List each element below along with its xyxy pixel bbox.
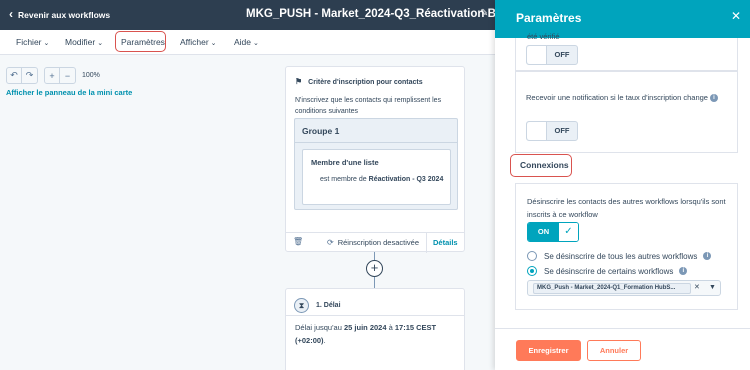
verification-toggle[interactable]: OFF	[526, 45, 578, 65]
selected-workflow-tag: MKG_Push - Market_2024-Q1_Formation HubS…	[533, 283, 691, 294]
menu-fichier[interactable]: Fichier ⌄	[16, 37, 49, 47]
checkmark-icon: ✓	[559, 223, 578, 241]
divider	[286, 315, 464, 316]
menu-modifier-label: Modifier	[65, 37, 96, 47]
save-button[interactable]: Enregistrer	[516, 340, 581, 361]
flag-icon: ⚑	[295, 77, 303, 86]
unenroll-label: Désinscrire les contacts des autres work…	[527, 197, 726, 219]
settings-section-notification: Recevoir une notification si le taux d'i…	[515, 71, 738, 153]
condition-group: Groupe 1 Membre d'une liste est membre d…	[294, 118, 458, 210]
back-label: Revenir aux workflows	[18, 10, 111, 20]
trigger-header: ⚑ Critère d'inscription pour contacts	[295, 77, 423, 86]
reenrollment-status[interactable]: ⟳ Réinscription desactivée	[327, 238, 419, 247]
top-bar: ‹ Revenir aux workflows MKG_PUSH - Marke…	[0, 0, 513, 30]
remove-tag-close-icon[interactable]: ✕	[694, 283, 700, 291]
radio-unenroll-all-label: Se désinscrire de tous les autres workfl…	[544, 251, 698, 261]
menu-modifier[interactable]: Modifier ⌄	[65, 37, 103, 47]
toggle-label: OFF	[554, 50, 570, 59]
zoom-out-icon[interactable]: −	[60, 68, 75, 83]
details-link[interactable]: Détails	[433, 238, 458, 247]
chevron-down-icon: ⌄	[210, 40, 217, 47]
info-icon[interactable]: i	[709, 94, 718, 103]
notification-toggle[interactable]: OFF	[526, 121, 578, 141]
zoom-in-icon[interactable]: +	[45, 68, 60, 83]
zoom-level: 100%	[82, 72, 100, 79]
canvas-toolbar: ↶ ↷ + − 100%	[6, 67, 100, 84]
menu-afficher[interactable]: Afficher ⌄	[180, 37, 217, 47]
delay-date: 25 juin 2024	[343, 323, 387, 332]
toggle-label: OFF	[554, 126, 570, 135]
trash-icon[interactable]: 🗑	[293, 237, 303, 246]
parametres-highlight-annotation	[115, 31, 166, 52]
trigger-footer: 🗑 ⟳ Réinscription desactivée Détails	[286, 232, 464, 253]
delay-text-middle: à	[388, 323, 393, 332]
reenrollment-label: Réinscription desactivée	[337, 238, 419, 247]
zoom-group: + −	[44, 67, 76, 84]
settings-section-verification: été vérifié OFF	[515, 32, 738, 71]
unenroll-toggle[interactable]: ON ✓	[527, 222, 579, 242]
undo-redo-group: ↶ ↷	[6, 67, 38, 84]
close-icon[interactable]: ✕	[731, 9, 741, 23]
info-icon[interactable]: i	[703, 252, 712, 260]
refresh-icon: ⟳	[327, 238, 334, 247]
radio-button[interactable]	[527, 251, 537, 261]
menu-bar: Fichier ⌄ Modifier ⌄ Paramètres Afficher ⌄ …	[0, 30, 495, 55]
menu-fichier-label: Fichier	[16, 37, 42, 47]
toggle-label: ON	[528, 223, 559, 241]
delay-action-card[interactable]: ⧗ 1. Délai Délai jusqu'au 25 juin 2024 à…	[285, 288, 465, 370]
trigger-description: N'inscrivez que les contacts qui remplis…	[295, 97, 442, 115]
redo-icon[interactable]: ↷	[22, 68, 37, 83]
panel-title: Paramètres	[516, 11, 582, 25]
trigger-title: Critère d'inscription pour contacts	[308, 79, 423, 86]
condition-prefix: est membre de	[320, 176, 367, 183]
radio-unenroll-all[interactable]: Se désinscrire de tous les autres workfl…	[527, 251, 712, 261]
delay-text-suffix: .	[323, 336, 326, 345]
condition-value: Réactivation - Q3 2024	[368, 176, 444, 183]
dropdown-caret-icon[interactable]: ▼	[709, 284, 716, 291]
minimap-toggle-link[interactable]: Afficher le panneau de la mini carte	[6, 88, 132, 97]
panel-footer: Enregistrer Annuler	[495, 328, 750, 370]
delay-description: Délai jusqu'au 25 juin 2024 à 17:15 CEST…	[295, 321, 460, 347]
connexions-highlight-annotation	[510, 154, 572, 177]
workflow-multiselect[interactable]: MKG_Push - Market_2024-Q1_Formation HubS…	[527, 280, 721, 296]
divider	[426, 233, 427, 253]
radio-button-selected[interactable]	[527, 266, 537, 276]
menu-aide-label: Aide	[234, 37, 252, 47]
radio-unenroll-some[interactable]: Se désinscrire de certains workflows i	[527, 266, 688, 276]
workflow-title: MKG_PUSH - Market_2024-Q3_Réactivation B…	[246, 8, 513, 20]
cut-off-label: été vérifié	[527, 32, 560, 41]
chevron-down-icon: ⌄	[253, 40, 259, 47]
delay-title: 1. Délai	[316, 302, 341, 309]
toggle-knob	[527, 46, 547, 64]
settings-section-connexions: Désinscrire les contacts des autres work…	[515, 183, 738, 310]
condition-box: Membre d'une liste est membre de Réactiv…	[302, 149, 451, 205]
cancel-button[interactable]: Annuler	[587, 340, 641, 361]
back-to-workflows-link[interactable]: ‹ Revenir aux workflows	[9, 7, 111, 21]
divider	[295, 142, 457, 143]
edit-title-pencil-icon[interactable]: ✎	[480, 8, 488, 19]
undo-icon[interactable]: ↶	[7, 68, 22, 83]
info-icon[interactable]: i	[679, 267, 688, 275]
notification-label: Recevoir une notification si le taux d'i…	[526, 91, 726, 104]
chevron-left-icon: ‹	[9, 7, 13, 21]
menu-aide[interactable]: Aide ⌄	[234, 37, 259, 47]
add-action-plus-icon[interactable]: +	[366, 260, 383, 277]
radio-unenroll-some-label: Se désinscrire de certains workflows	[544, 266, 674, 276]
chevron-down-icon: ⌄	[97, 40, 104, 47]
menu-afficher-label: Afficher	[180, 37, 209, 47]
group-title: Groupe 1	[302, 126, 340, 136]
condition-text: est membre de Réactivation - Q3 2024	[320, 174, 448, 186]
chevron-down-icon: ⌄	[43, 40, 50, 47]
toggle-knob	[527, 122, 547, 140]
enrollment-trigger-card[interactable]: ⚑ Critère d'inscription pour contacts N'i…	[285, 66, 465, 253]
notification-text: Recevoir une notification si le taux d'i…	[526, 93, 708, 102]
hourglass-icon: ⧗	[294, 298, 309, 313]
condition-title: Membre d'une liste	[311, 158, 379, 167]
delay-text-prefix: Délai jusqu'au	[295, 323, 342, 332]
